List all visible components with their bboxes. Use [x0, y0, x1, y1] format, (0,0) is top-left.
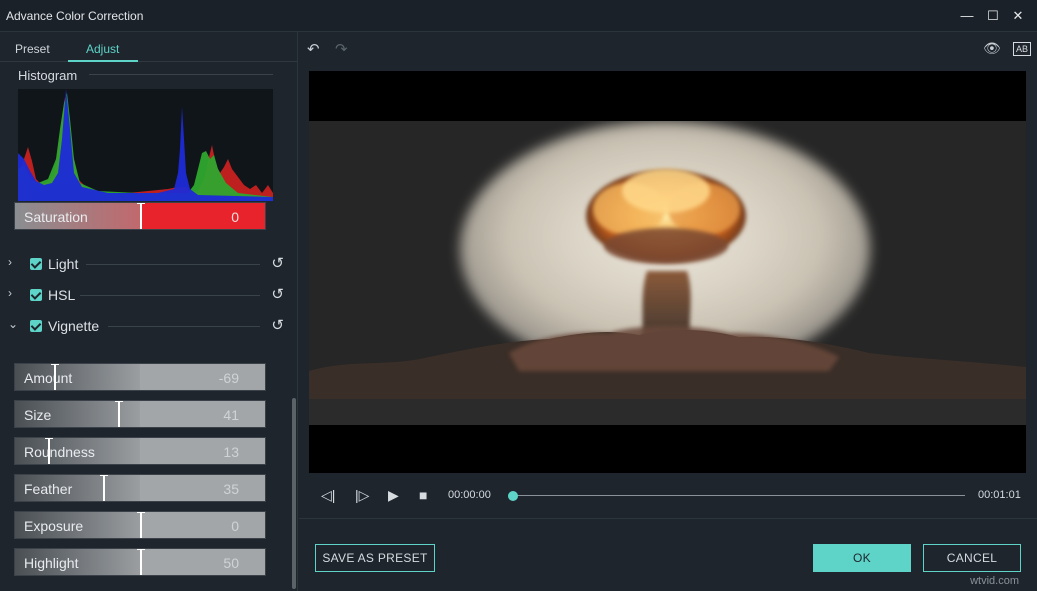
slider-label: Exposure — [24, 518, 83, 534]
slider-handle[interactable] — [140, 512, 142, 539]
group-label-hsl: HSL — [48, 287, 75, 303]
slider-value: -69 — [219, 370, 239, 386]
saturation-value: 0 — [231, 209, 239, 225]
slider-handle[interactable] — [48, 438, 50, 465]
slider-highlight[interactable]: Highlight 50 — [14, 548, 266, 576]
close-icon: ✕ — [1013, 8, 1024, 23]
saturation-right-fill — [140, 203, 265, 229]
slider-label: Roundness — [24, 444, 95, 460]
minimize-icon: — — [961, 8, 974, 23]
preview-panel: ↶ ↷ 👁 AB — [299, 32, 1037, 591]
slider-track — [140, 401, 265, 427]
playback-controls: ◁| |▷ ▶ ■ 00:00:00 00:01:01 — [299, 484, 1037, 508]
saturation-slider[interactable]: Saturation 0 — [14, 202, 266, 230]
group-vignette: ⌄ Vignette ↺ — [8, 317, 286, 337]
tab-bar: Preset Adjust — [0, 32, 298, 62]
histogram-title: Histogram — [18, 68, 77, 83]
group-light: › Light ↺ — [8, 255, 286, 275]
slider-track — [140, 475, 265, 501]
explosion-scene — [309, 121, 1026, 425]
prev-frame-icon[interactable]: ◁| — [321, 487, 335, 504]
reset-light-icon[interactable]: ↺ — [271, 254, 284, 272]
slider-size[interactable]: Size 41 — [14, 400, 266, 428]
current-time: 00:00:00 — [448, 489, 491, 501]
next-frame-icon[interactable]: |▷ — [355, 487, 369, 504]
preview-toolbar: ↶ ↷ 👁 AB — [299, 32, 1037, 68]
slider-label: Highlight — [24, 555, 78, 571]
ab-compare-icon[interactable]: AB — [1013, 42, 1031, 56]
slider-roundness[interactable]: Roundness 13 — [14, 437, 266, 465]
active-tab-indicator — [68, 60, 138, 62]
preview-image — [309, 121, 1026, 425]
title-bar: Advance Color Correction — ☐ ✕ — [0, 0, 1037, 32]
slider-handle[interactable] — [140, 549, 142, 576]
slider-handle[interactable] — [118, 401, 120, 428]
histogram-graph — [18, 89, 273, 201]
slider-track — [140, 549, 265, 575]
slider-track — [140, 364, 265, 390]
slider-amount[interactable]: Amount -69 — [14, 363, 266, 391]
slider-value: 50 — [223, 555, 239, 571]
chevron-right-icon[interactable]: › — [8, 286, 20, 300]
divider — [80, 295, 260, 296]
hsl-checkbox[interactable] — [30, 289, 42, 301]
slider-value: 0 — [231, 518, 239, 534]
slider-exposure[interactable]: Exposure 0 — [14, 511, 266, 539]
timeline-playhead[interactable] — [508, 491, 518, 501]
group-hsl: › HSL ↺ — [8, 286, 286, 306]
light-checkbox[interactable] — [30, 258, 42, 270]
slider-value: 35 — [223, 481, 239, 497]
timeline-track[interactable] — [513, 495, 965, 496]
slider-handle[interactable] — [54, 364, 56, 391]
divider — [108, 326, 260, 327]
slider-label: Size — [24, 407, 51, 423]
total-time: 00:01:01 — [978, 489, 1021, 501]
watermark: wtvid.com — [970, 575, 1019, 587]
minimize-button[interactable]: — — [957, 6, 977, 26]
slider-feather[interactable]: Feather 35 — [14, 474, 266, 502]
histogram-chart — [18, 89, 273, 201]
dialog-footer: SAVE AS PRESET OK CANCEL wtvid.com — [299, 518, 1037, 591]
saturation-handle[interactable] — [140, 203, 142, 230]
play-icon[interactable]: ▶ — [388, 487, 399, 504]
reset-vignette-icon[interactable]: ↺ — [271, 316, 284, 334]
saturation-label: Saturation — [24, 209, 88, 225]
ok-button[interactable]: OK — [813, 544, 911, 572]
eye-icon[interactable]: 👁 — [983, 40, 1001, 57]
slider-label: Amount — [24, 370, 72, 386]
redo-icon[interactable]: ↷ — [335, 40, 348, 58]
adjust-panel: Preset Adjust Histogram Saturation 0 › L… — [0, 32, 298, 591]
group-label-vignette: Vignette — [48, 318, 99, 334]
slider-track — [140, 512, 265, 538]
slider-track — [140, 438, 265, 464]
panel-scrollbar[interactable] — [292, 398, 296, 589]
maximize-button[interactable]: ☐ — [983, 6, 1003, 26]
save-as-preset-button[interactable]: SAVE AS PRESET — [315, 544, 435, 572]
divider — [86, 264, 260, 265]
chevron-right-icon[interactable]: › — [8, 255, 20, 269]
stop-icon[interactable]: ■ — [419, 487, 427, 503]
group-label-light: Light — [48, 256, 78, 272]
video-preview — [309, 71, 1026, 473]
tab-adjust[interactable]: Adjust — [86, 42, 119, 56]
slider-label: Feather — [24, 481, 72, 497]
reset-hsl-icon[interactable]: ↺ — [271, 285, 284, 303]
chevron-down-icon[interactable]: ⌄ — [8, 317, 20, 331]
tab-preset[interactable]: Preset — [15, 42, 50, 56]
divider — [89, 74, 273, 75]
slider-value: 13 — [223, 444, 239, 460]
close-button[interactable]: ✕ — [1008, 6, 1028, 26]
maximize-icon: ☐ — [987, 8, 999, 23]
undo-icon[interactable]: ↶ — [307, 40, 320, 58]
cancel-button[interactable]: CANCEL — [923, 544, 1021, 572]
slider-value: 41 — [223, 407, 239, 423]
slider-handle[interactable] — [103, 475, 105, 502]
window-title: Advance Color Correction — [6, 9, 143, 23]
vignette-checkbox[interactable] — [30, 320, 42, 332]
